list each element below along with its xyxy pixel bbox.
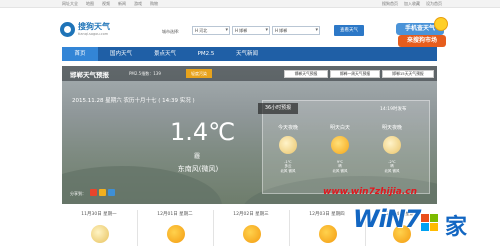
topbar-link[interactable]: 网址大全: [62, 1, 78, 7]
main-nav: 首页 国内天气 景点天气 PM2.5 天气新闻: [62, 47, 437, 61]
current-wind: 东南风(微风): [177, 165, 219, 173]
week-day-item[interactable]: 11月30日 星期一: [62, 211, 136, 243]
logo-title: 搜狗天气: [78, 22, 110, 31]
week-day-label: 11月30日 星期一: [81, 212, 117, 217]
nav-scenic[interactable]: 景点天气: [144, 47, 186, 61]
nav-news[interactable]: 天气新闻: [226, 47, 268, 61]
moon-icon: [383, 136, 401, 154]
current-weather-panel: 邯郸天气预报 PM2.5指数：139 轻度污染 邯郸天气预报 邯郸一周天气预报 …: [62, 66, 437, 204]
query-weather-button[interactable]: 查看天气: [334, 25, 364, 36]
top-bar: 网址大全 地图 视频 新闻 游戏 购物 搜狗首页 加入收藏 设为首页: [0, 0, 500, 8]
share-weibo-icon[interactable]: [90, 189, 97, 196]
mobile-promo-banner[interactable]: 手机查天气 来搜狗市场: [396, 17, 448, 49]
pm25-index: PM2.5指数：139: [129, 71, 161, 76]
nav-domestic[interactable]: 国内天气: [100, 47, 142, 61]
forecast-wind: 北风 微风: [384, 169, 400, 173]
forecast-column-tomorrow-night: 明天夜晚 -2℃ 晴 北风 微风: [374, 124, 410, 174]
city-select[interactable]: H 邯郸: [232, 26, 270, 35]
district-select[interactable]: H 邯郸: [272, 26, 320, 35]
observation-date: 2015.11.28 星期六 农历十月十七 ( 14:39 实况 ): [72, 98, 195, 104]
sogou-weather-logo[interactable]: 搜狗天气 tianqi.sogou.com: [60, 21, 120, 43]
topbar-link[interactable]: 设为首页: [426, 1, 442, 7]
topbar-link[interactable]: 视频: [102, 1, 110, 7]
week-day-label: 12月02日 星期三: [233, 212, 269, 217]
site-header: 搜狗天气 tianqi.sogou.com 城市选择: H 河北 H 邯郸 H …: [0, 8, 500, 49]
sun-icon: [331, 136, 349, 154]
watermark-jia: 家: [445, 215, 468, 240]
topbar-link[interactable]: 加入收藏: [404, 1, 420, 7]
windows-logo-icon: [421, 214, 439, 232]
week-day-item[interactable]: 12月01日 星期二: [138, 211, 212, 243]
watermark-url: www.win7zhijia.cn: [323, 187, 417, 197]
share-qzone-icon[interactable]: [99, 189, 106, 196]
current-condition: 霾: [193, 153, 200, 160]
sun-mascot-icon: [434, 17, 448, 31]
topbar-link[interactable]: 购物: [150, 1, 158, 7]
topbar-link[interactable]: 游戏: [134, 1, 142, 7]
topbar-link[interactable]: 搜狗首页: [382, 1, 398, 7]
share-tencent-icon[interactable]: [108, 189, 115, 196]
forecast-column-tomorrow-day: 明天白天 9℃ 晴 北风 微风: [322, 124, 358, 174]
logo-subtitle: tianqi.sogou.com: [78, 32, 109, 36]
city-select-label: 城市选择:: [162, 29, 180, 34]
panel-title-bar: [62, 66, 437, 81]
nav-pm25[interactable]: PM2.5: [188, 47, 224, 61]
sun-icon: [167, 225, 185, 243]
forecast-column-label: 明天夜晚: [381, 125, 402, 131]
topbar-link[interactable]: 新闻: [118, 1, 126, 7]
week-day-item[interactable]: 12月02日 星期三: [214, 211, 288, 243]
forecast-column-label: 今天夜晚: [277, 125, 298, 131]
forecast-wind: 北风 微风: [332, 169, 348, 173]
forecast-published-time: 14:19时发布: [380, 107, 407, 112]
watermark-brand: WiN7: [353, 205, 421, 233]
share-label: 分享到：: [70, 191, 86, 196]
forecast-wind: 北风 微风: [280, 169, 296, 173]
forecast-column-tonight: 今天夜晚 -1℃ 多云 北风 微风: [270, 124, 306, 174]
forecast-column-label: 明天白天: [329, 125, 350, 131]
nav-home[interactable]: 首页: [62, 47, 98, 61]
current-temperature: 1.4℃: [170, 118, 236, 146]
pollution-badge[interactable]: 轻度污染: [186, 69, 212, 78]
promo-line2: 来搜狗市场: [398, 35, 446, 47]
forecast-36h-title: 36小时预报: [258, 103, 298, 114]
moon-icon: [91, 225, 109, 243]
city-weather-title: 邯郸天气预报: [70, 71, 109, 79]
moon-cloud-icon: [279, 136, 297, 154]
logo-icon: [60, 22, 75, 37]
win7-watermark: www.win7zhijia.cn WiN7 家: [315, 187, 485, 249]
province-select[interactable]: H 河北: [192, 26, 230, 35]
forecast-tab-today[interactable]: 邯郸天气预报: [284, 70, 328, 78]
sun-icon: [243, 225, 261, 243]
forecast-tab-week[interactable]: 邯郸一周天气预报: [330, 70, 380, 78]
forecast-tab-15day[interactable]: 邯郸15天天气预报: [382, 70, 434, 78]
week-day-label: 12月01日 星期二: [157, 212, 193, 217]
topbar-link[interactable]: 地图: [86, 1, 94, 7]
